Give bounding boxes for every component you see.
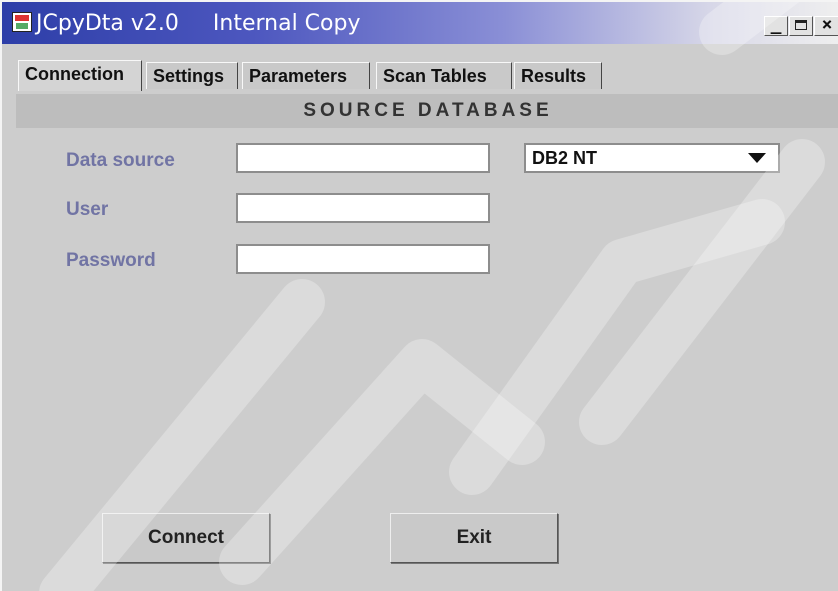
data-source-input[interactable]: [236, 143, 490, 173]
minimize-icon: _: [770, 14, 782, 35]
maximize-icon: [795, 20, 807, 30]
close-icon: ×: [821, 14, 833, 35]
chevron-down-icon[interactable]: [748, 153, 766, 163]
tab-settings[interactable]: Settings: [146, 62, 238, 89]
tab-results[interactable]: Results: [514, 62, 602, 89]
connect-button[interactable]: Connect: [102, 513, 270, 563]
title-bar[interactable]: JCpyDta v2.0 Internal Copy _ ×: [2, 2, 838, 44]
exit-button[interactable]: Exit: [390, 513, 558, 563]
close-button[interactable]: ×: [814, 16, 838, 36]
window-title: JCpyDta v2.0 Internal Copy: [36, 12, 360, 36]
database-type-dropdown[interactable]: DB2 NT: [524, 143, 780, 173]
window-subtitle: Internal Copy: [212, 11, 361, 36]
tab-parameters[interactable]: Parameters: [242, 62, 370, 89]
password-label: Password: [66, 250, 156, 271]
app-icon[interactable]: [12, 12, 32, 32]
tab-scan-tables[interactable]: Scan Tables: [376, 62, 512, 89]
section-header-source-database: SOURCE DATABASE: [16, 94, 838, 128]
tab-bar: Connection Settings Parameters Scan Tabl…: [2, 44, 838, 91]
user-label: User: [66, 199, 109, 220]
user-input[interactable]: [236, 193, 490, 223]
password-input[interactable]: [236, 244, 490, 274]
app-window: JCpyDta v2.0 Internal Copy _ × Connection…: [0, 0, 838, 591]
database-type-value: DB2 NT: [532, 148, 598, 168]
maximize-button[interactable]: [789, 16, 813, 36]
minimize-button[interactable]: _: [764, 16, 788, 36]
app-name: JCpyDta v2.0: [36, 11, 179, 36]
data-source-label: Data source: [66, 150, 175, 171]
tab-connection[interactable]: Connection: [18, 60, 142, 91]
